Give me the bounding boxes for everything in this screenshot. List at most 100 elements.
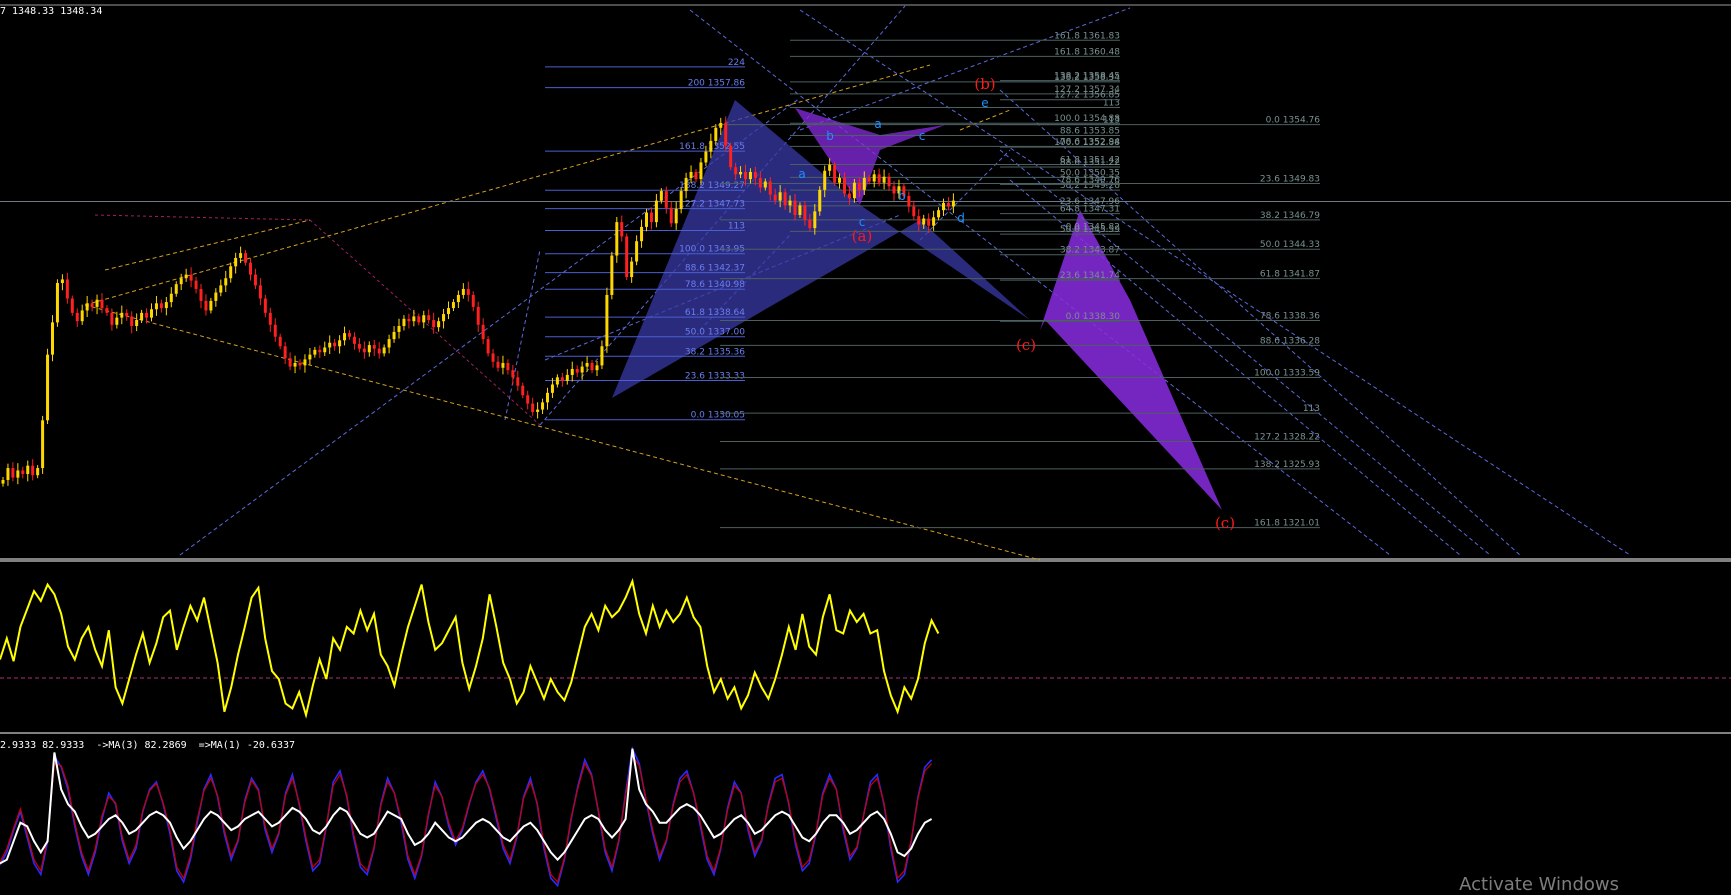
candle-body [793, 200, 797, 215]
candle-body [239, 253, 243, 258]
fib-level-label: 127.2 1347.73 [679, 200, 745, 210]
candle-body [36, 468, 40, 476]
candle-body [159, 303, 163, 309]
fib-level-label: 50.0 1345.59 [1060, 225, 1120, 235]
candle-body [372, 345, 376, 349]
candle-body [783, 192, 787, 206]
candle-body [11, 468, 15, 478]
candle-body [199, 288, 203, 301]
candle-body [674, 208, 678, 224]
candle-body [907, 195, 911, 207]
fib-level-label: 88.6 1336.28 [1260, 336, 1320, 346]
pattern-label: e [981, 96, 988, 110]
fib-level-label: 138.2 1349.27 [679, 181, 745, 191]
candle-body [402, 318, 406, 326]
candle-body [724, 123, 728, 146]
candle-body [927, 218, 931, 226]
candle-body [694, 171, 698, 180]
fib-level-label: 161.8 1321.01 [1254, 519, 1320, 529]
candle-body [422, 315, 426, 323]
candle-body [585, 362, 589, 367]
pattern-label: b [826, 129, 834, 143]
candle-body [130, 316, 134, 326]
candle-body [511, 370, 515, 378]
candle-body [214, 292, 218, 301]
candle-body [600, 346, 604, 366]
candle-body [630, 261, 634, 278]
trendline [94, 214, 311, 221]
candle-body [412, 316, 416, 322]
candle-body [189, 274, 193, 281]
candle-body [184, 274, 188, 279]
candle-body [813, 211, 817, 229]
fib-level-label: 88.6 1351.22 [1060, 158, 1120, 168]
candle-body [852, 182, 856, 199]
candle-body [946, 203, 950, 207]
candle-body [679, 191, 683, 209]
fib-level-label: 78.6 1340.98 [685, 280, 745, 290]
candle-body [521, 385, 525, 396]
trading-chart[interactable]: 224 200 1357.86 161.8 1352.55 138.2 1349.27… [0, 0, 1731, 895]
candle-body [219, 285, 223, 293]
trendline [84, 304, 1041, 561]
fib-level-label: 113 [1303, 404, 1320, 414]
candle-body [486, 339, 490, 354]
trendline [309, 219, 541, 426]
candle-body [575, 368, 579, 373]
candle-body [258, 285, 262, 299]
candle-body [273, 324, 277, 337]
candle-body [397, 325, 401, 332]
candle-body [115, 317, 119, 325]
candle-body [442, 314, 446, 322]
candle-body [343, 333, 347, 341]
candle-body [461, 288, 465, 295]
candle-body [654, 200, 658, 223]
candle-body [164, 302, 168, 309]
candle-body [75, 312, 79, 322]
candle-body [31, 465, 35, 476]
candle-body [125, 312, 129, 317]
candle-body [570, 368, 574, 375]
candle-body [367, 345, 371, 353]
activate-windows-watermark: Activate Windows [1459, 874, 1619, 895]
candle-body [135, 320, 139, 326]
wave-label: (a) [852, 227, 873, 245]
candle-body [140, 312, 144, 321]
candle-body [719, 123, 723, 128]
fib-level-label: 88.6 1342.37 [685, 264, 745, 274]
candle-body [26, 465, 30, 475]
candle-body [407, 318, 411, 322]
candle-body [105, 308, 109, 313]
panel-separator [0, 558, 1731, 562]
pattern-label: b [898, 189, 906, 203]
candle-body [328, 342, 332, 348]
candle-body [46, 354, 50, 421]
candle-body [16, 470, 20, 478]
candle-body [739, 171, 743, 175]
candle-body [773, 194, 777, 201]
candle-body [65, 279, 69, 299]
candle-body [387, 339, 391, 348]
candle-body [605, 294, 609, 347]
candle-body [60, 279, 64, 283]
candle-body [283, 346, 287, 359]
candle-body [620, 222, 624, 237]
candle-body [882, 176, 886, 183]
candle-body [174, 284, 178, 294]
candle-body [867, 177, 871, 182]
candle-body [41, 420, 45, 469]
fib-level-label: 113 [728, 221, 745, 231]
pattern-label: d [957, 211, 965, 225]
candle-body [922, 218, 926, 225]
candle-body [382, 347, 386, 354]
candle-body [635, 241, 639, 262]
candle-body [437, 321, 441, 328]
pattern-label: c [859, 215, 866, 229]
candle-body [263, 298, 267, 313]
candle-body [937, 210, 941, 218]
candle-body [555, 377, 559, 385]
price-chart-panel[interactable]: 224200 1357.86161.8 1352.55138.2 1349.27… [0, 0, 1731, 895]
candle-body [778, 192, 782, 201]
candle-body [838, 177, 842, 183]
candle-body [417, 316, 421, 323]
